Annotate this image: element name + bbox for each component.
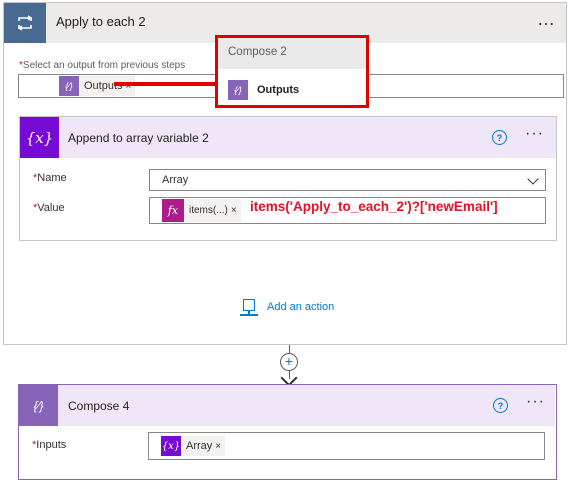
compose-icon: {∕} bbox=[228, 80, 248, 100]
name-dropdown[interactable]: Array bbox=[149, 169, 546, 191]
value-label: *Value bbox=[33, 202, 65, 214]
value-label-text: Value bbox=[37, 202, 65, 214]
name-label: *Name bbox=[33, 172, 67, 184]
more-options-icon[interactable]: ··· bbox=[526, 393, 545, 411]
inputs-label-text: Inputs bbox=[36, 439, 67, 451]
compose-icon: {∕} bbox=[19, 385, 58, 426]
loop-icon bbox=[4, 3, 46, 43]
function-icon: fx bbox=[162, 199, 184, 222]
compose-icon: {⁄} bbox=[59, 76, 79, 96]
compose-4-card: {∕} Compose 4 ? ··· *Inputs {x} Array × bbox=[18, 384, 557, 480]
select-output-label-text: Select an output from previous steps bbox=[22, 60, 186, 71]
compose-4-header[interactable]: {∕} Compose 4 ? ··· bbox=[19, 385, 555, 426]
select-output-label: *Select an output from previous steps bbox=[19, 60, 185, 71]
remove-token-icon[interactable]: × bbox=[231, 205, 241, 216]
help-icon[interactable]: ? bbox=[493, 398, 508, 413]
name-label-text: Name bbox=[37, 172, 67, 184]
remove-token-icon[interactable]: × bbox=[215, 441, 225, 452]
compose-4-title: Compose 4 bbox=[68, 399, 130, 413]
apply-to-each-title: Apply to each 2 bbox=[56, 14, 146, 29]
annotation-connector-line bbox=[114, 82, 217, 86]
name-dropdown-value: Array bbox=[162, 174, 189, 186]
compose-2-callout-title: Compose 2 bbox=[228, 46, 287, 58]
inputs-label: *Inputs bbox=[32, 439, 66, 451]
array-token-label: Array bbox=[186, 440, 213, 452]
variable-icon: {x} bbox=[20, 117, 59, 158]
array-token[interactable]: {x} Array × bbox=[161, 436, 226, 456]
expression-token[interactable]: fx items(...) × bbox=[162, 199, 241, 222]
expression-annotation: items('Apply_to_each_2')?['newEmail'] bbox=[250, 199, 498, 214]
value-field[interactable]: fx items(...) × items('Apply_to_each_2')… bbox=[149, 197, 546, 224]
outputs-token[interactable]: {⁄} Outputs × bbox=[59, 76, 136, 96]
help-icon[interactable]: ? bbox=[492, 130, 507, 145]
append-to-array-card: {x} Append to array variable 2 ? ··· *Na… bbox=[19, 116, 557, 241]
compose-2-callout-header: Compose 2 bbox=[218, 38, 366, 69]
expression-token-label: items(...) bbox=[189, 205, 228, 216]
compose-2-callout: Compose 2 {∕} Outputs bbox=[215, 35, 369, 108]
compose-2-outputs-label: Outputs bbox=[257, 84, 300, 96]
more-options-icon[interactable]: … bbox=[537, 9, 556, 30]
more-options-icon[interactable]: ··· bbox=[525, 125, 544, 143]
insert-step-button[interactable]: + bbox=[280, 353, 298, 371]
compose-2-outputs-option[interactable]: {∕} Outputs bbox=[228, 80, 299, 100]
append-to-array-title: Append to array variable 2 bbox=[68, 131, 209, 145]
add-an-action-button[interactable]: Add an action bbox=[239, 298, 334, 316]
variable-icon: {x} bbox=[161, 436, 181, 456]
add-an-action-label: Add an action bbox=[267, 301, 335, 313]
append-to-array-header[interactable]: {x} Append to array variable 2 ? ··· bbox=[20, 117, 556, 158]
chevron-down-icon bbox=[527, 173, 539, 185]
inputs-field[interactable]: {x} Array × bbox=[148, 432, 545, 460]
add-action-icon bbox=[239, 298, 259, 316]
